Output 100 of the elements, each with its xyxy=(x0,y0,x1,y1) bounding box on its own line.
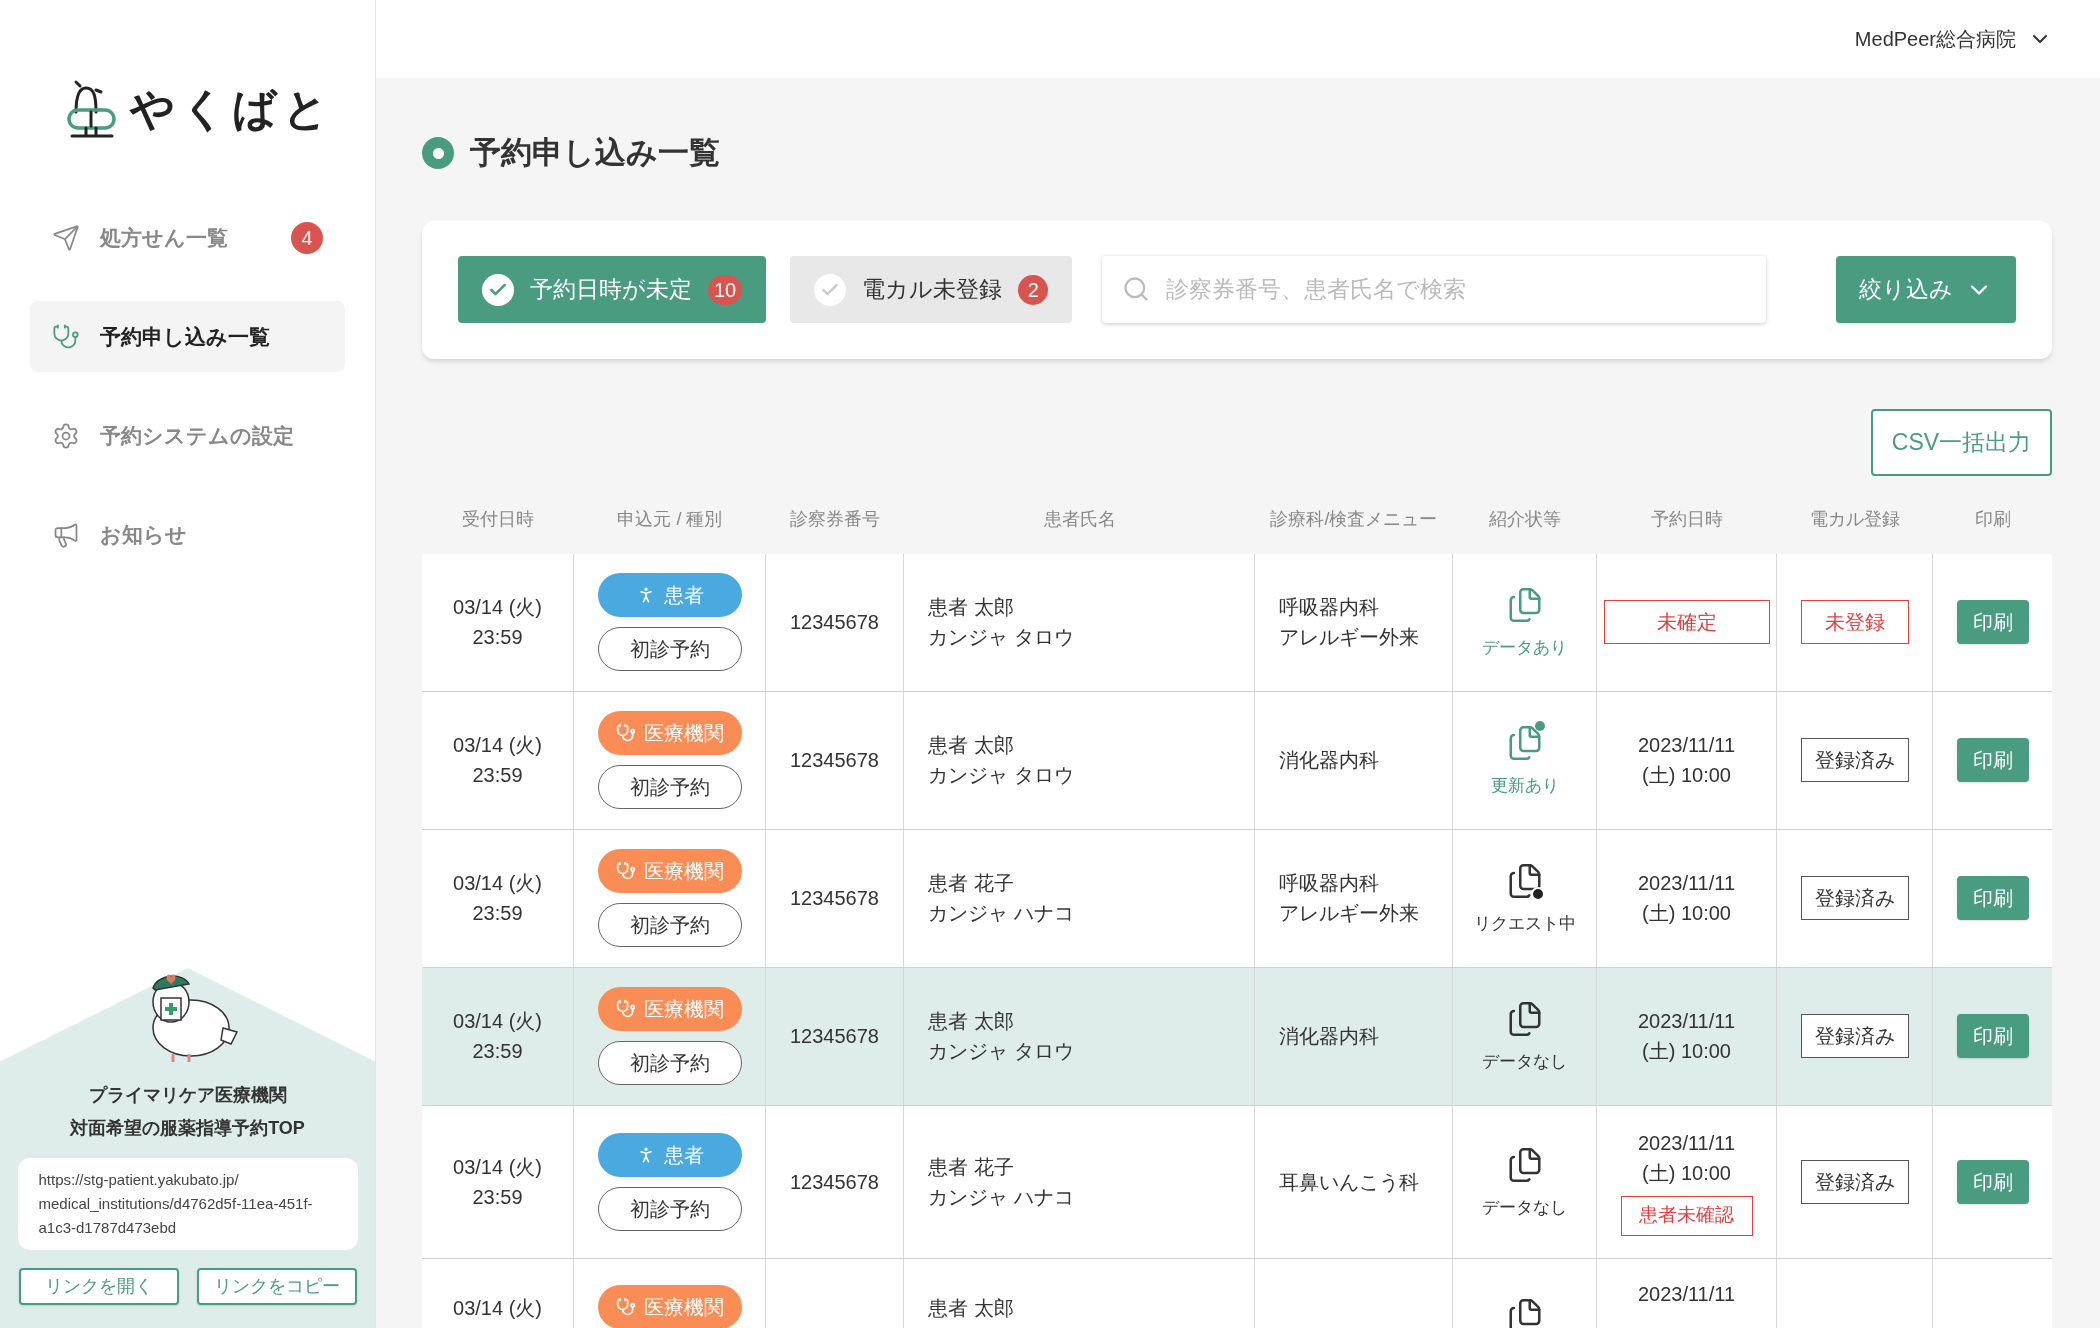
sidebar-item[interactable]: 処方せん一覧 4 xyxy=(30,202,345,273)
table-row[interactable]: 03/14 (火) 23:59 患者 初診予約 12345678 患者 太郎 カンジャ タロウ 呼吸器内科 アレルギー外来 データあり 未確定 未登録 印刷 xyxy=(422,553,2052,692)
table-row[interactable]: 03/14 (火) 23:59 患者 初診予約 12345678 患者 花子 カンジャ ハナコ 耳鼻いんこう科 データなし 2023/11/11 (土) 10:00 患者未確認 登録済み 印刷 xyxy=(422,1105,2052,1259)
patient-name: 患者 太郎 xyxy=(928,1295,1014,1321)
source-badge: 医療機関 xyxy=(597,711,742,755)
filter-chip[interactable]: 電カル未登録 2 xyxy=(790,256,1073,323)
appointment-date: 2023/11/11 xyxy=(1637,733,1736,758)
link-button[interactable]: リンクを開く xyxy=(18,1268,179,1305)
check-icon xyxy=(482,273,514,306)
count-badge: 2 xyxy=(1018,274,1049,305)
type-tag: 初診予約 xyxy=(597,1186,742,1231)
received-time: 23:59 xyxy=(472,1184,523,1210)
sidebar-item[interactable]: お知らせ xyxy=(30,499,345,570)
received-time: 03/14 (火) xyxy=(453,871,542,896)
received-time: 03/14 (火) xyxy=(453,1009,542,1034)
type-tag: 初診予約 xyxy=(597,903,742,947)
table-row[interactable]: 03/14 (火) 23:59 医療機関 初診予約 12345678 患者 花子 カンジャ ハナコ 呼吸器内科 アレルギー外来 リクエスト中 2023/11/11 (土) 10:00 登録済み 印刷 xyxy=(422,829,2052,968)
print-button[interactable]: 印刷 xyxy=(1956,1014,2029,1058)
received-time: 03/14 (火) xyxy=(453,733,542,758)
appointment-date: (土) 10:00 xyxy=(1642,763,1731,788)
referral-status: 更新あり xyxy=(1490,775,1559,798)
bird-logo-icon xyxy=(66,78,118,140)
count-badge: 4 xyxy=(291,221,323,254)
received-time: 23:59 xyxy=(472,901,523,926)
stethoscope-icon xyxy=(52,322,80,351)
column-header: 印刷 xyxy=(1973,508,2012,531)
patient-name: 患者 太郎 xyxy=(928,1009,1014,1034)
source-badge: 医療機関 xyxy=(597,987,742,1031)
source-badge: 患者 xyxy=(597,1132,742,1177)
logo-text: やくばと xyxy=(130,83,334,135)
hospital-menu[interactable]: MedPeer総合病院 xyxy=(1854,24,2052,54)
patient-name: 患者 太郎 xyxy=(928,733,1014,758)
patient-name: カンジャ タロウ xyxy=(928,763,1074,788)
column-header: 診察券番号 xyxy=(789,508,881,531)
url-text: https://stg-patient.yakubato.jp/ medical_institutions/d4762d5f-11ea-451f- a1c3-d1787d473ebd xyxy=(17,1158,358,1250)
csv-export-button[interactable]: CSV一括出力 xyxy=(1871,408,2052,476)
received-time: 03/14 (火) xyxy=(453,1154,542,1180)
karte-status-button[interactable]: 登録済み xyxy=(1800,738,1909,782)
department: アレルギー外来 xyxy=(1279,901,1419,926)
referral-status: データなし xyxy=(1482,1051,1567,1074)
type-tag: 初診予約 xyxy=(597,1041,742,1085)
stethoscope-icon xyxy=(615,999,636,1019)
source-badge: 患者 xyxy=(597,573,742,617)
print-button[interactable]: 印刷 xyxy=(1956,600,2029,644)
column-header: 電カル登録 xyxy=(1809,508,1901,531)
patient-name: 患者 太郎 xyxy=(928,595,1014,620)
appointment-date: (土) 10:00 xyxy=(1642,1039,1731,1064)
print-button[interactable]: 印刷 xyxy=(1956,738,2029,782)
stethoscope-icon xyxy=(615,861,636,881)
refine-button[interactable]: 絞り込み xyxy=(1836,256,2016,323)
patient-name: カンジャ ハナコ xyxy=(928,901,1074,926)
column-header: 紹介状等 xyxy=(1488,508,1562,531)
karte-status-button[interactable]: 未登録 xyxy=(1800,600,1909,644)
search-field[interactable]: 診察券番号、患者氏名で検索 xyxy=(1102,256,1767,323)
print-button[interactable]: 印刷 xyxy=(1956,1159,2029,1204)
source-badge: 医療機関 xyxy=(597,849,742,893)
table-row[interactable]: 03/14 (火) 23:59 医療機関 初診予約 12345678 患者 太郎 カンジャ タロウ 消化器内科 更新あり 2023/11/11 (土) 10:00 登録済み 印刷 xyxy=(422,691,2052,830)
count-badge: 10 xyxy=(708,274,743,305)
unconfirmed-tag: 未確定 xyxy=(1603,600,1770,644)
column-header: 予約日時 xyxy=(1650,508,1724,531)
referral-status: データあり xyxy=(1482,637,1567,660)
referral-status: リクエスト中 xyxy=(1473,913,1576,936)
department: 耳鼻いんこう科 xyxy=(1279,1169,1419,1195)
received-time: 23:59 xyxy=(472,625,523,650)
appointment-date: 2023/11/11 xyxy=(1637,1009,1736,1034)
card-number: 12345678 xyxy=(790,1024,879,1049)
filter-chip[interactable]: 予約日時が未定 10 xyxy=(458,256,767,323)
department: 消化器内科 xyxy=(1279,1024,1379,1049)
appointment-date: 2023/11/11 xyxy=(1637,871,1736,896)
send-icon xyxy=(52,223,80,252)
stethoscope-icon xyxy=(615,723,636,743)
type-tag: 初診予約 xyxy=(597,765,742,809)
column-header: 診療科/検査メニュー xyxy=(1269,508,1439,531)
print-button[interactable]: 印刷 xyxy=(1956,876,2029,920)
column-header: 申込元 / 種別 xyxy=(616,508,724,531)
appointment-date: (土) 10:00 xyxy=(1642,1160,1731,1186)
appointment-date: 2023/11/11 xyxy=(1637,1281,1736,1307)
karte-status-button[interactable]: 登録済み xyxy=(1800,1014,1909,1058)
karte-status-button[interactable]: 登録済み xyxy=(1800,1159,1909,1204)
received-time: 23:59 xyxy=(472,763,523,788)
sidebar-item[interactable]: 予約申し込み一覧 xyxy=(30,301,345,372)
patient-name: カンジャ ハナコ xyxy=(928,1184,1074,1210)
type-tag: 初診予約 xyxy=(597,627,742,671)
received-time: 03/14 (火) xyxy=(453,1295,542,1321)
search-icon xyxy=(1122,275,1151,303)
card-number: 12345678 xyxy=(790,1169,879,1195)
page-title: 予約申し込み一覧 xyxy=(470,134,720,172)
karte-status-button[interactable]: 登録済み xyxy=(1800,876,1909,920)
sidebar-item[interactable]: 予約システムの設定 xyxy=(30,400,345,471)
department: アレルギー外来 xyxy=(1279,625,1419,650)
appointment-date: 2023/11/11 xyxy=(1637,1130,1736,1156)
source-badge: 医療機関 xyxy=(597,1284,742,1328)
card-number: 12345678 xyxy=(790,610,879,635)
department: 消化器内科 xyxy=(1279,748,1379,773)
appointment-date: (土) 10:00 xyxy=(1642,901,1731,926)
table-row[interactable]: 03/14 (火) 23:59 医療機関 初診予約 12345678 患者 太郎 カンジャ タロウ 消化器内科 データなし 2023/11/11 (土) 10:00 登録済み 印刷 xyxy=(422,967,2052,1106)
column-header: 患者氏名 xyxy=(1042,508,1117,531)
link-button[interactable]: リンクをコピー xyxy=(196,1268,357,1305)
promo-title: 対面希望の服薬指導予約TOP xyxy=(70,1117,305,1140)
warning-tag: 患者未確認 xyxy=(1620,1195,1753,1236)
